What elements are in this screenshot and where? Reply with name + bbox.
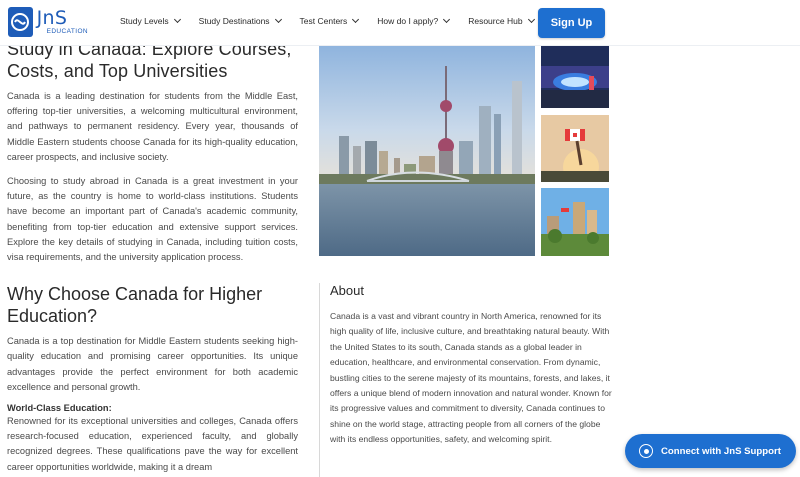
city-skyline-image: [319, 46, 535, 256]
about-paragraph: Canada is a vast and vibrant country in …: [330, 311, 612, 445]
world-class-heading: World-Class Education:: [7, 403, 112, 414]
nav-study-levels[interactable]: Study Levels: [120, 15, 181, 26]
about-section: About Canada is a vast and vibrant count…: [330, 283, 612, 448]
nav-label: Study Levels: [120, 16, 169, 26]
main-content: Study in Canada: Explore Courses, Costs,…: [7, 38, 298, 475]
site-header: JnS EDUCATION Study Levels Study Destina…: [0, 0, 800, 46]
main-nav: Study Levels Study Destinations Test Cen…: [120, 15, 553, 26]
jns-logo-icon: [8, 7, 33, 37]
chevron-down-icon: [173, 15, 181, 24]
nav-how-to-apply[interactable]: How do I apply?: [377, 15, 451, 26]
about-heading: About: [330, 283, 364, 298]
nav-study-destinations[interactable]: Study Destinations: [198, 15, 282, 26]
about-divider: [319, 283, 320, 477]
support-label: Connect with JnS Support: [661, 445, 781, 457]
nav-label: Study Destinations: [198, 16, 270, 26]
stadium-night-thumbnail[interactable]: [541, 46, 609, 108]
nav-label: How do I apply?: [377, 16, 439, 26]
intro-paragraph-1: Canada is a leading destination for stud…: [7, 91, 298, 162]
nav-resource-hub[interactable]: Resource Hub: [468, 15, 535, 26]
world-class-paragraph: Renowned for its exceptional universitie…: [7, 416, 298, 472]
sign-up-button[interactable]: Sign Up: [538, 8, 605, 38]
why-canada-paragraph: Canada is a top destination for Middle E…: [7, 336, 298, 392]
whatsapp-support-button[interactable]: Connect with JnS Support: [625, 434, 796, 468]
nav-label: Test Centers: [299, 16, 348, 26]
jns-logo[interactable]: JnS EDUCATION: [8, 7, 88, 37]
whatsapp-icon: [639, 444, 653, 458]
intro-paragraph-2: Choosing to study abroad in Canada is a …: [7, 176, 298, 263]
chevron-down-icon: [352, 15, 360, 24]
canada-flag-thumbnail[interactable]: [541, 115, 609, 182]
chevron-down-icon: [274, 15, 282, 24]
logo-name: JnS: [36, 6, 68, 29]
chevron-down-icon: [443, 15, 451, 24]
chevron-down-icon: [527, 15, 535, 24]
logo-subtitle: EDUCATION: [46, 27, 88, 35]
nav-label: Resource Hub: [468, 16, 523, 26]
why-canada-heading: Why Choose Canada for Higher Education?: [7, 284, 263, 327]
nav-test-centers[interactable]: Test Centers: [299, 15, 360, 26]
city-park-thumbnail[interactable]: [541, 188, 609, 256]
